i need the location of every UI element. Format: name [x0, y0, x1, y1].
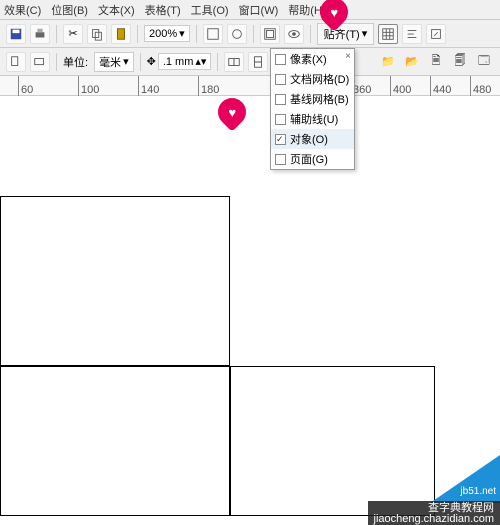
grid-icon[interactable]	[378, 24, 398, 44]
standard-toolbar: ✂ 200%▾ 贴齐(T)▾	[0, 20, 500, 48]
close-icon[interactable]: ×	[345, 51, 351, 62]
folder-icon[interactable]: 📁	[378, 52, 398, 72]
print-icon[interactable]	[30, 24, 50, 44]
zoom-level[interactable]: 200%▾	[144, 25, 190, 42]
rectangle-shape[interactable]	[0, 366, 230, 516]
unit-label: 单位:	[63, 54, 88, 70]
horizontal-ruler: 60 100 140 180 360 400 440 480	[0, 76, 500, 96]
more-icon[interactable]: 🗔	[474, 52, 494, 72]
property-bar: 单位: 毫米▾ ✥ .1 mm▴▾ 📁 📂 🗎 🗐 🗔	[0, 48, 500, 76]
page-orient-icon[interactable]	[6, 52, 26, 72]
snap-doc-grid[interactable]: 文档网格(D)	[271, 69, 354, 89]
menu-bitmap[interactable]: 位图(B)	[51, 2, 88, 18]
page-orient2-icon[interactable]	[30, 52, 50, 72]
snap-page[interactable]: 页面(G)	[271, 149, 354, 169]
snap-guidelines[interactable]: 辅助线(U)	[271, 109, 354, 129]
crosshair-icon: ✥	[147, 55, 156, 68]
duplicate-x-icon[interactable]	[224, 52, 244, 72]
align-icon[interactable]	[402, 24, 422, 44]
tool-icon-2[interactable]	[227, 24, 247, 44]
page-area	[0, 96, 500, 504]
snap-objects[interactable]: 对象(O)	[271, 129, 354, 149]
chevron-down-icon: ▾	[179, 27, 185, 40]
open-icon[interactable]: 📂	[402, 52, 422, 72]
tool-icon-1[interactable]	[203, 24, 223, 44]
paste-icon[interactable]	[111, 24, 131, 44]
copy-icon[interactable]	[87, 24, 107, 44]
rectangle-shape[interactable]	[230, 366, 435, 516]
nudge-distance[interactable]: ✥ .1 mm▴▾	[147, 53, 212, 70]
menu-tool[interactable]: 工具(O)	[191, 2, 229, 18]
chevron-down-icon: ▾	[123, 55, 129, 68]
cut-icon[interactable]: ✂	[63, 24, 83, 44]
drawing-canvas[interactable]	[0, 96, 500, 504]
save-icon[interactable]	[6, 24, 26, 44]
unit-select[interactable]: 毫米▾	[94, 52, 134, 72]
snap-menu: × 像素(X) 文档网格(D) 基线网格(B) 辅助线(U) 对象(O) 页面(…	[270, 48, 355, 170]
menu-text[interactable]: 文本(X)	[98, 2, 135, 18]
rectangle-shape[interactable]	[0, 196, 230, 366]
snap-to-button[interactable]: 贴齐(T)▾	[317, 23, 375, 45]
doc-icon[interactable]: 🗎	[426, 52, 446, 72]
menu-bar: 效果(C) 位图(B) 文本(X) 表格(T) 工具(O) 窗口(W) 帮助(H…	[0, 0, 500, 20]
duplicate-y-icon[interactable]	[248, 52, 268, 72]
snap-baseline-grid[interactable]: 基线网格(B)	[271, 89, 354, 109]
sheet-icon[interactable]: 🗐	[450, 52, 470, 72]
fullscreen-icon[interactable]	[260, 24, 280, 44]
menu-table[interactable]: 表格(T)	[145, 2, 181, 18]
spinner-icon: ▴▾	[195, 55, 206, 68]
menu-effect[interactable]: 效果(C)	[4, 2, 41, 18]
chevron-down-icon: ▾	[362, 27, 368, 40]
menu-window[interactable]: 窗口(W)	[239, 2, 279, 18]
launch-icon[interactable]	[426, 24, 446, 44]
preview-icon[interactable]	[284, 24, 304, 44]
snap-pixel[interactable]: 像素(X)	[271, 49, 354, 69]
